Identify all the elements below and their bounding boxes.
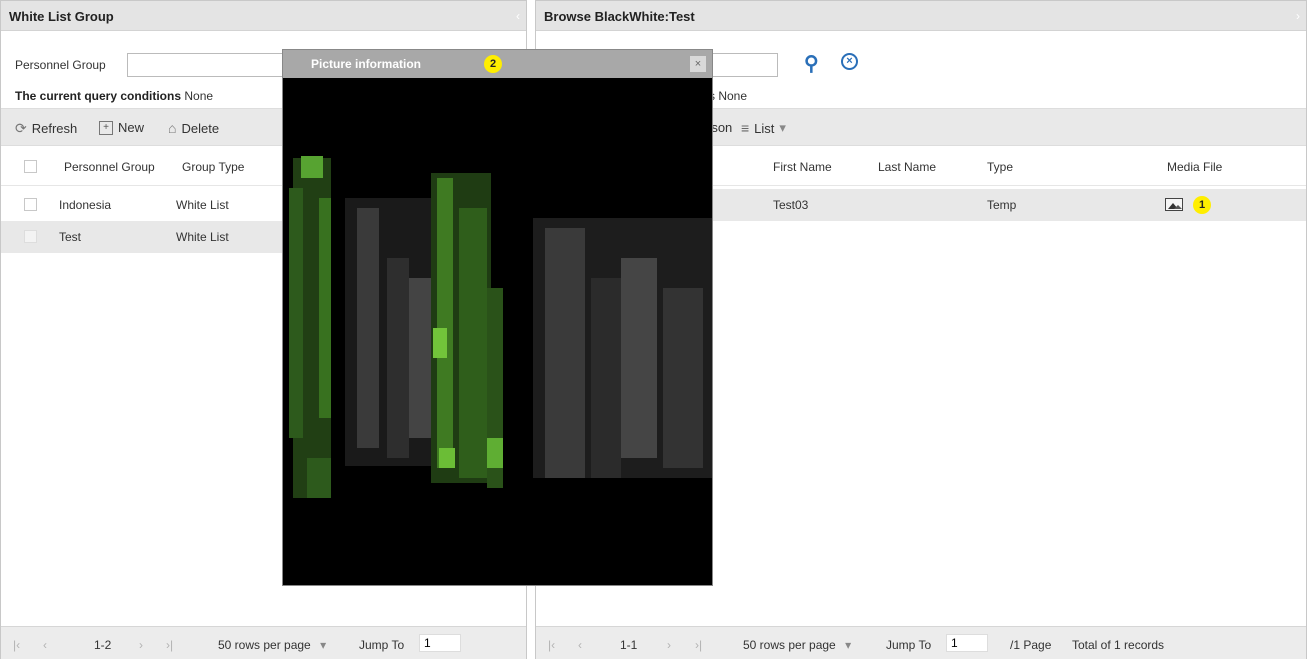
jump-to-input[interactable] (419, 634, 461, 652)
first-page-button[interactable]: |‹ (13, 638, 20, 652)
left-query-conditions: The current query conditions None (15, 89, 214, 103)
page-range: 1-2 (94, 638, 112, 652)
row-checkbox[interactable] (24, 230, 37, 243)
chevron-down-icon: ▾ (779, 120, 786, 135)
list-view-button[interactable]: ≡ List ▾ (741, 120, 786, 136)
col-last-name[interactable]: Last Name (878, 160, 936, 174)
list-icon: ≡ (741, 120, 750, 136)
right-panel-titlebar: Browse BlackWhite:Test › (536, 1, 1306, 31)
collapse-right-icon[interactable]: › (1296, 9, 1300, 23)
prev-page-button[interactable]: ‹ (43, 638, 47, 652)
rows-per-page-select[interactable]: 50 rows per page ▾ (218, 638, 326, 652)
rows-per-page-select[interactable]: 50 rows per page ▾ (743, 638, 851, 652)
dialog-annotation-badge: 2 (484, 55, 502, 73)
cell-type: White List (176, 230, 229, 244)
media-image-preview (283, 78, 712, 585)
last-page-button[interactable]: ›| (695, 638, 702, 652)
last-page-button[interactable]: ›| (166, 638, 173, 652)
image-icon[interactable] (1165, 198, 1183, 211)
select-all-checkbox[interactable] (24, 160, 37, 173)
close-icon[interactable]: × (690, 56, 706, 72)
personnel-group-label: Personnel Group (15, 58, 106, 72)
media-annotation-badge: 1 (1193, 196, 1211, 214)
next-page-button[interactable]: › (667, 638, 671, 652)
cell-group: Indonesia (59, 198, 112, 212)
page-range: 1-1 (620, 638, 638, 652)
jump-to-input[interactable] (946, 634, 988, 652)
cell-type: Temp (987, 198, 1017, 212)
clear-search-icon[interactable]: × (841, 53, 858, 70)
row-checkbox[interactable] (24, 198, 37, 211)
delete-button[interactable]: ⌂ Delete (168, 120, 219, 136)
total-records: Total of 1 records (1072, 638, 1165, 652)
first-page-button[interactable]: |‹ (548, 638, 555, 652)
picture-information-dialog: Picture information 2 × (282, 49, 713, 586)
col-group-type[interactable]: Group Type (182, 160, 244, 174)
dialog-titlebar[interactable]: Picture information 2 × (283, 50, 712, 78)
col-type[interactable]: Type (987, 160, 1013, 174)
left-pagination: |‹ ‹ 1-2 › ›| 50 rows per page ▾ Jump To (1, 626, 526, 659)
col-media-file[interactable]: Media File (1167, 160, 1222, 174)
right-query-conditions: s None (709, 89, 748, 103)
cell-group: Test (59, 230, 82, 244)
col-personnel-group[interactable]: Personnel Group (64, 160, 155, 174)
prev-page-button[interactable]: ‹ (578, 638, 582, 652)
right-query-input[interactable] (706, 53, 778, 77)
chevron-down-icon: ▾ (320, 638, 327, 652)
right-panel-title: Browse BlackWhite:Test (544, 9, 695, 24)
page-count: /1 Page (1010, 638, 1052, 652)
search-icon[interactable]: ⚲ (804, 51, 819, 76)
collapse-left-icon[interactable]: ‹ (516, 9, 520, 23)
dialog-title: Picture information (311, 57, 422, 71)
refresh-icon: ⟳ (15, 120, 27, 136)
cell-type: White List (176, 198, 229, 212)
delete-icon: ⌂ (168, 120, 177, 136)
chevron-down-icon: ▾ (845, 638, 852, 652)
pixelated-photo (283, 78, 712, 585)
left-panel-titlebar: White List Group ‹ (1, 1, 526, 31)
jump-to-label: Jump To (886, 638, 932, 652)
right-pagination: |‹ ‹ 1-1 › ›| 50 rows per page ▾ Jump To… (536, 626, 1306, 659)
refresh-button[interactable]: ⟳ Refresh (15, 120, 77, 137)
new-button[interactable]: + New (99, 120, 144, 135)
new-icon: + (99, 120, 113, 135)
cell-first-name: Test03 (773, 198, 809, 212)
jump-to-label: Jump To (359, 638, 405, 652)
left-panel-title: White List Group (9, 9, 114, 24)
next-page-button[interactable]: › (139, 638, 143, 652)
personnel-group-input[interactable] (127, 53, 287, 77)
col-first-name[interactable]: First Name (773, 160, 832, 174)
